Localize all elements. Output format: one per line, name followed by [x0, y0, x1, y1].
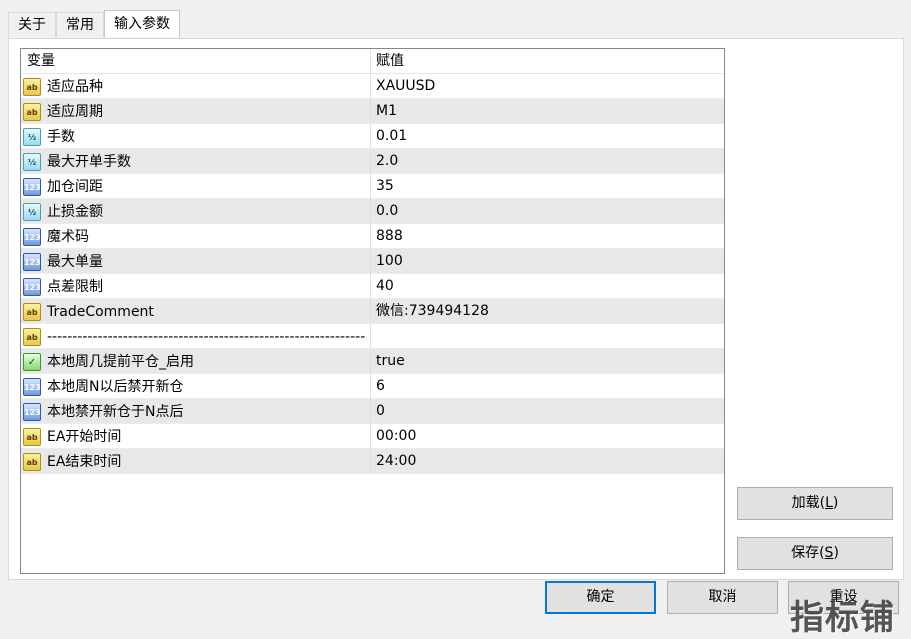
- load-button[interactable]: 加载(L): [737, 487, 893, 520]
- variable-cell[interactable]: 123 点差限制: [21, 274, 371, 299]
- save-button[interactable]: 保存(S): [737, 537, 893, 570]
- watermark-logo: 指标铺: [790, 598, 895, 638]
- value-cell[interactable]: 00:00: [371, 424, 723, 449]
- variable-name: TradeComment: [47, 303, 154, 320]
- variable-cell[interactable]: ½ 手数: [21, 124, 371, 149]
- table-row[interactable]: ½ 手数 0.01: [21, 124, 724, 149]
- variable-cell[interactable]: 123 最大单量: [21, 249, 371, 274]
- variable-cell[interactable]: 123 加仓间距: [21, 174, 371, 199]
- variable-cell[interactable]: 123 本地周N以后禁开新仓: [21, 374, 371, 399]
- variable-name: ----------------------------------------…: [47, 328, 366, 345]
- integer-type-icon: 123: [23, 402, 41, 421]
- grid-header: 变量 赋值: [21, 49, 724, 74]
- variable-cell[interactable]: 123 本地禁开新仓于N点后: [21, 399, 371, 424]
- tab-about[interactable]: 关于: [8, 12, 56, 37]
- double-type-icon: ½: [23, 127, 41, 146]
- table-row[interactable]: ✓ 本地周几提前平仓_启用 true: [21, 349, 724, 374]
- table-row[interactable]: ab EA开始时间 00:00: [21, 424, 724, 449]
- value-cell[interactable]: XAUUSD: [371, 74, 723, 99]
- variable-name: 手数: [47, 128, 75, 145]
- table-row[interactable]: 123 点差限制 40: [21, 274, 724, 299]
- string-type-icon: ab: [23, 327, 41, 346]
- value-cell[interactable]: 40: [371, 274, 723, 299]
- variable-name: 魔术码: [47, 228, 89, 245]
- table-row[interactable]: ab 适应品种 XAUUSD: [21, 74, 724, 99]
- table-row[interactable]: 123 本地周N以后禁开新仓 6: [21, 374, 724, 399]
- integer-type-icon: 123: [23, 177, 41, 196]
- value-cell[interactable]: true: [371, 349, 723, 374]
- value-cell[interactable]: 0.01: [371, 124, 723, 149]
- variable-cell[interactable]: ab 适应周期: [21, 99, 371, 124]
- table-row[interactable]: 123 魔术码 888: [21, 224, 724, 249]
- variable-cell[interactable]: ab TradeComment: [21, 299, 371, 324]
- table-row[interactable]: ab --------------------------------------…: [21, 324, 724, 349]
- value-cell[interactable]: 35: [371, 174, 723, 199]
- variable-name: 点差限制: [47, 278, 103, 295]
- table-row[interactable]: 123 本地禁开新仓于N点后 0: [21, 399, 724, 424]
- variable-name: 适应周期: [47, 103, 103, 120]
- variable-cell[interactable]: ab --------------------------------------…: [21, 324, 371, 349]
- table-row[interactable]: ab EA结束时间 24:00: [21, 449, 724, 474]
- string-type-icon: ab: [23, 102, 41, 121]
- value-cell[interactable]: M1: [371, 99, 723, 124]
- variable-cell[interactable]: ½ 止损金额: [21, 199, 371, 224]
- variable-cell[interactable]: ✓ 本地周几提前平仓_启用: [21, 349, 371, 374]
- table-row[interactable]: ab TradeComment 微信:739494128: [21, 299, 724, 324]
- variable-name: 最大开单手数: [47, 153, 131, 170]
- grid-body: ab 适应品种 XAUUSD ab 适应周期 M1 ½ 手数 0.01 ½ 最大开单手数 2.0 123…: [21, 74, 724, 474]
- value-cell[interactable]: 24:00: [371, 449, 723, 474]
- string-type-icon: ab: [23, 77, 41, 96]
- integer-type-icon: 123: [23, 227, 41, 246]
- tab-bar: 关于 常用 输入参数: [8, 10, 180, 38]
- double-type-icon: ½: [23, 152, 41, 171]
- value-cell[interactable]: 微信:739494128: [371, 299, 723, 324]
- string-type-icon: ab: [23, 302, 41, 321]
- ok-button[interactable]: 确定: [545, 581, 656, 614]
- double-type-icon: ½: [23, 202, 41, 221]
- variable-name: 本地禁开新仓于N点后: [47, 403, 184, 420]
- string-type-icon: ab: [23, 452, 41, 471]
- value-cell[interactable]: [371, 324, 723, 349]
- table-row[interactable]: ½ 止损金额 0.0: [21, 199, 724, 224]
- variable-cell[interactable]: ½ 最大开单手数: [21, 149, 371, 174]
- variable-name: 止损金额: [47, 203, 103, 220]
- header-value[interactable]: 赋值: [371, 49, 723, 74]
- variable-cell[interactable]: ab 适应品种: [21, 74, 371, 99]
- integer-type-icon: 123: [23, 277, 41, 296]
- table-row[interactable]: 123 加仓间距 35: [21, 174, 724, 199]
- tab-common[interactable]: 常用: [56, 12, 104, 37]
- cancel-button[interactable]: 取消: [667, 581, 778, 614]
- integer-type-icon: 123: [23, 377, 41, 396]
- value-cell[interactable]: 6: [371, 374, 723, 399]
- value-cell[interactable]: 888: [371, 224, 723, 249]
- variable-cell[interactable]: ab EA结束时间: [21, 449, 371, 474]
- parameters-grid[interactable]: 变量 赋值 ab 适应品种 XAUUSD ab 适应周期 M1 ½ 手数 0.01 ½ 最大开单手数…: [20, 48, 725, 574]
- variable-cell[interactable]: ab EA开始时间: [21, 424, 371, 449]
- value-cell[interactable]: 0.0: [371, 199, 723, 224]
- variable-name: 适应品种: [47, 78, 103, 95]
- variable-name: EA开始时间: [47, 428, 122, 445]
- bool-type-icon: ✓: [23, 352, 41, 371]
- tab-inputs[interactable]: 输入参数: [104, 10, 180, 37]
- table-row[interactable]: ab 适应周期 M1: [21, 99, 724, 124]
- value-cell[interactable]: 2.0: [371, 149, 723, 174]
- table-row[interactable]: 123 最大单量 100: [21, 249, 724, 274]
- variable-name: 本地周几提前平仓_启用: [47, 353, 194, 370]
- value-cell[interactable]: 100: [371, 249, 723, 274]
- variable-name: 本地周N以后禁开新仓: [47, 378, 184, 395]
- integer-type-icon: 123: [23, 252, 41, 271]
- string-type-icon: ab: [23, 427, 41, 446]
- variable-name: 最大单量: [47, 253, 103, 270]
- value-cell[interactable]: 0: [371, 399, 723, 424]
- header-variable[interactable]: 变量: [21, 49, 371, 74]
- variable-name: 加仓间距: [47, 178, 103, 195]
- table-row[interactable]: ½ 最大开单手数 2.0: [21, 149, 724, 174]
- variable-cell[interactable]: 123 魔术码: [21, 224, 371, 249]
- variable-name: EA结束时间: [47, 453, 122, 470]
